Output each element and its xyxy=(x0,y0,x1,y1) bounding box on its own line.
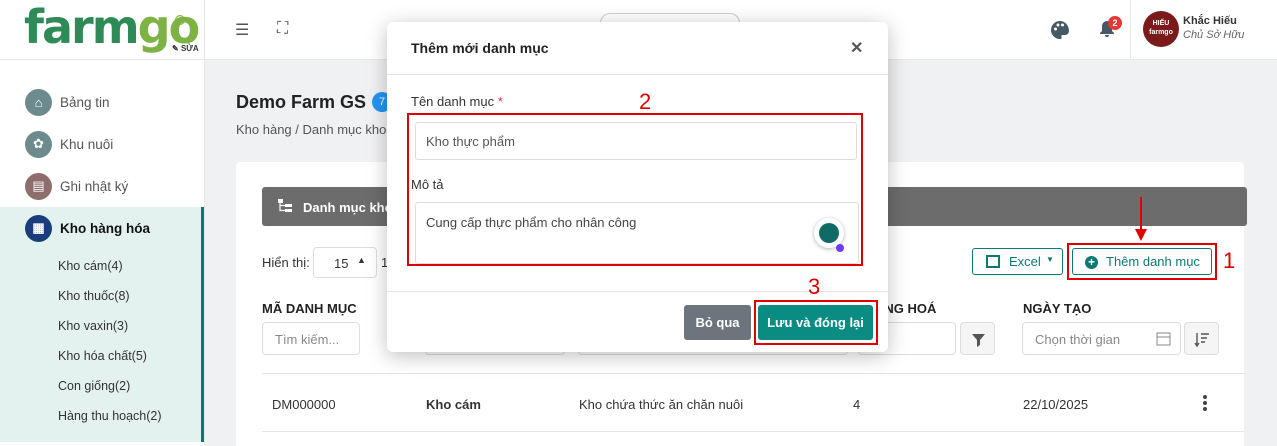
logo[interactable]: farmgo ® ✎ SỬA xyxy=(0,0,204,60)
notification-badge: 2 xyxy=(1108,16,1122,30)
card-header-label: Danh mục kho xyxy=(303,200,393,215)
sidebar: farmgo ® ✎ SỬA ⌂ Bảng tin ✿ Khu nuôi ▤ G… xyxy=(0,0,205,446)
menu-toggle-icon[interactable]: ☰ xyxy=(235,20,249,40)
submenu-item-breeding-stock[interactable]: Con giống(2) xyxy=(0,371,201,401)
required-mark: * xyxy=(497,94,503,109)
cell-name[interactable]: Kho cám xyxy=(426,397,481,412)
highlight-box-add-button xyxy=(1067,243,1217,280)
date-placeholder: Chọn thời gian xyxy=(1035,332,1121,347)
submenu-item-harvest[interactable]: Hàng thu hoạch(2) xyxy=(0,401,201,431)
user-name[interactable]: Khắc Hiếu xyxy=(1183,15,1237,27)
modal-divider xyxy=(387,74,888,75)
avatar[interactable]: HIẾU farmgo xyxy=(1143,11,1179,47)
avatar-line-2: farmgo xyxy=(1149,29,1173,36)
edit-logo-link[interactable]: ✎ SỬA xyxy=(172,44,199,53)
sidebar-item-dashboard[interactable]: ⌂ Bảng tin xyxy=(0,81,204,123)
sidebar-item-label: Kho hàng hóa xyxy=(60,220,150,236)
breadcrumb: Kho hàng / Danh mục kho xyxy=(236,122,387,137)
row-divider xyxy=(262,373,1244,374)
registered-mark: ® xyxy=(175,15,185,25)
close-icon[interactable]: ✕ xyxy=(850,38,863,58)
highlight-box-form xyxy=(407,113,863,266)
more-actions-icon[interactable] xyxy=(1203,395,1207,411)
cancel-button[interactable]: Bỏ qua xyxy=(684,305,751,340)
sort-button[interactable] xyxy=(1184,322,1219,355)
table-icon xyxy=(986,255,1000,268)
sidebar-item-journal[interactable]: ▤ Ghi nhật ký xyxy=(0,165,204,207)
name-label-text: Tên danh mục xyxy=(411,94,495,109)
cell-count: 4 xyxy=(853,397,861,412)
sidebar-item-label: Ghi nhật ký xyxy=(60,178,129,194)
step-number-2: 2 xyxy=(639,89,652,114)
arrow-down-icon xyxy=(1135,197,1147,241)
modal-title: Thêm mới danh mục xyxy=(411,40,549,56)
sort-arrows-icon: ▲ xyxy=(357,255,366,265)
tree-list-icon xyxy=(278,199,292,212)
submenu-item-chemicals[interactable]: Kho hóa chất(5) xyxy=(0,341,201,371)
topbar-divider xyxy=(1130,0,1131,60)
submenu-item-feed[interactable]: Kho cám(4) xyxy=(0,251,201,281)
search-code-input[interactable]: Tìm kiếm... xyxy=(262,322,360,355)
warehouse-submenu: Kho cám(4) Kho thuốc(8) Kho vaxin(3) Kho… xyxy=(0,249,204,442)
step-number-3: 3 xyxy=(808,274,821,299)
fullscreen-icon[interactable]: ⛶ xyxy=(277,20,288,38)
highlight-box-save-button xyxy=(754,300,878,345)
date-filter-input[interactable]: Chọn thời gian xyxy=(1022,322,1181,355)
column-header-code: MÃ DANH MỤC xyxy=(262,301,357,316)
user-role: Chủ Sở Hữu xyxy=(1183,29,1245,41)
sort-icon xyxy=(1194,333,1209,348)
submenu-item-vaccine[interactable]: Kho vaxin(3) xyxy=(0,311,201,341)
filter-button[interactable] xyxy=(960,322,995,355)
caret-down-icon: ▼ xyxy=(1046,255,1054,264)
journal-icon: ▤ xyxy=(25,172,52,200)
excel-button[interactable]: Excel ▼ xyxy=(972,248,1063,275)
cell-date: 22/10/2025 xyxy=(1023,397,1089,412)
logo-part-farm: farm xyxy=(24,0,140,54)
page-size-select[interactable]: 15 xyxy=(313,247,377,278)
cell-description: Kho chứa thức ăn chăn nuôi xyxy=(579,397,744,412)
warehouse-icon: ▦ xyxy=(25,214,52,242)
cell-code: DM000000 xyxy=(272,397,336,412)
palette-icon[interactable] xyxy=(1050,20,1070,40)
step-number-1: 1 xyxy=(1223,248,1236,273)
name-label: Tên danh mục * xyxy=(411,94,503,109)
calendar-icon xyxy=(1156,332,1171,346)
home-icon: ⌂ xyxy=(25,88,52,116)
sidebar-item-farm-area[interactable]: ✿ Khu nuôi xyxy=(0,123,204,165)
avatar-line-1: HIẾU xyxy=(1152,20,1170,27)
farm-icon: ✿ xyxy=(25,130,52,158)
filter-icon xyxy=(972,334,985,347)
edit-label: SỬA xyxy=(180,44,199,53)
sidebar-item-label: Khu nuôi xyxy=(60,136,114,152)
excel-label: Excel xyxy=(1009,254,1041,269)
show-label: Hiển thị: xyxy=(262,255,310,270)
row-divider xyxy=(262,431,1244,432)
sidebar-item-label: Bảng tin xyxy=(60,94,110,110)
sidebar-item-warehouse[interactable]: ▦ Kho hàng hóa xyxy=(0,207,204,249)
page-title: Demo Farm GS xyxy=(236,92,367,112)
submenu-item-medicine[interactable]: Kho thuốc(8) xyxy=(0,281,201,311)
column-header-created: NGÀY TẠO xyxy=(1023,301,1092,316)
